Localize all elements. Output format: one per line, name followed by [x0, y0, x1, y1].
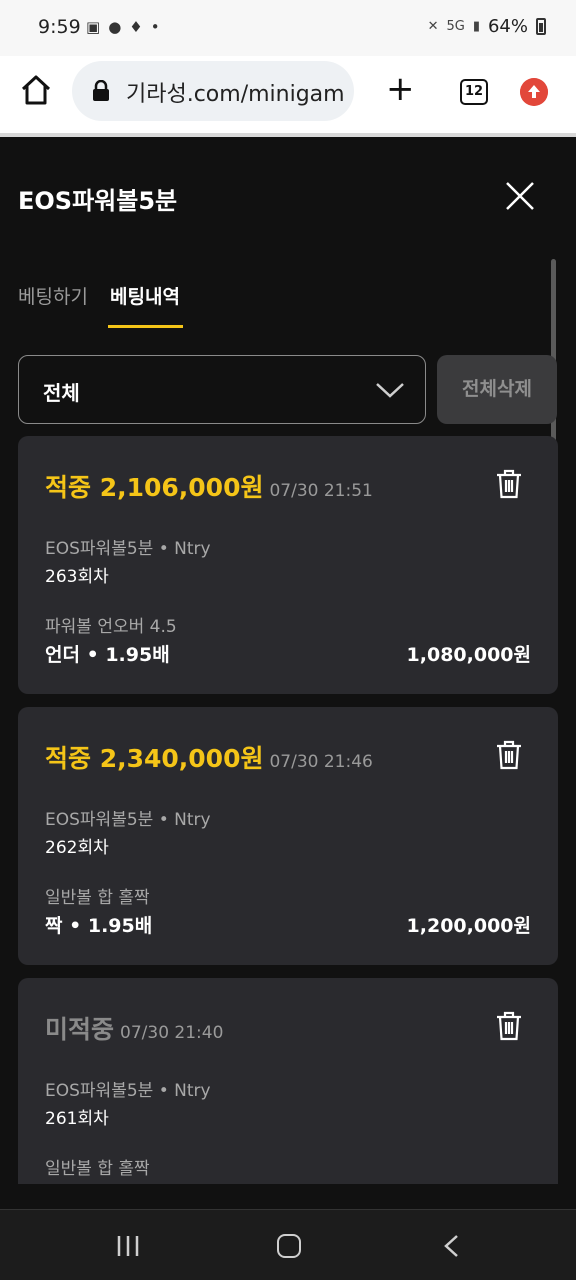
bet-game: EOS파워볼5분 • Ntry	[45, 810, 211, 830]
gallery-icon: ▣	[86, 18, 101, 36]
bet-round: 261회차	[45, 1109, 109, 1129]
bet-time: 07/30 21:40	[120, 1023, 224, 1043]
recent-apps-icon[interactable]	[116, 1234, 140, 1258]
bet-card: 적중 2,340,000원 07/30 21:46 EOS파워볼5분 • Ntry…	[18, 707, 558, 965]
chevron-down-icon	[376, 383, 404, 398]
bet-time: 07/30 21:46	[269, 752, 373, 772]
address-bar[interactable]: 기라성.com/minigam	[72, 61, 354, 121]
bet-status: 적중 2,106,000원 07/30 21:51	[45, 468, 373, 504]
signal-icon: ▮	[472, 19, 480, 34]
tab-history[interactable]: 베팅내역	[110, 282, 180, 309]
talk-icon: ●	[108, 18, 122, 36]
bet-amount: 1,200,000원	[406, 915, 531, 937]
browser-toolbar: 기라성.com/minigam + 12	[0, 56, 576, 134]
battery-label: 64%	[487, 16, 528, 37]
bet-status-text: 미적중	[45, 1015, 115, 1044]
status-bar: 9:59 ▣ ● ♦ • ✕ 5G ▮ 64%	[0, 0, 576, 56]
bet-status: 적중 2,340,000원 07/30 21:46	[45, 739, 373, 775]
bulb-icon: ♦	[129, 18, 143, 36]
bet-history-list: 적중 2,106,000원 07/30 21:51 EOS파워볼5분 • Ntry…	[18, 436, 558, 1184]
tab-betting[interactable]: 베팅하기	[18, 282, 88, 309]
active-tab-indicator	[108, 325, 183, 328]
bet-round: 262회차	[45, 838, 109, 858]
home-button-icon[interactable]	[277, 1234, 301, 1258]
back-icon[interactable]	[442, 1234, 460, 1258]
bet-pick: 언더 • 1.95배	[45, 644, 170, 666]
status-right: ✕ 5G ▮ 64%	[428, 16, 546, 37]
tab-switcher-button[interactable]: 12	[460, 79, 488, 105]
bet-game: EOS파워볼5분 • Ntry	[45, 539, 211, 559]
notification-icons: ▣ ● ♦ •	[86, 18, 160, 36]
status-time: 9:59	[38, 16, 81, 38]
bet-round: 263회차	[45, 567, 109, 587]
home-icon[interactable]	[20, 74, 52, 106]
bet-market: 일반볼 합 홀짝	[45, 888, 150, 908]
url-text: 기라성.com/minigam	[126, 82, 345, 107]
bet-amount: 1,080,000원	[406, 644, 531, 666]
dot-icon: •	[150, 18, 160, 36]
bet-status: 미적중 07/30 21:40	[45, 1010, 223, 1046]
filter-selected-value: 전체	[43, 381, 80, 405]
trash-icon[interactable]	[496, 740, 522, 770]
new-tab-icon[interactable]: +	[386, 72, 415, 106]
bet-pick: 짝 • 1.95배	[45, 915, 153, 937]
modal-title: EOS파워볼5분	[18, 187, 178, 215]
filter-select[interactable]: 전체	[18, 355, 426, 424]
lock-icon	[93, 80, 109, 101]
bet-card: 적중 2,106,000원 07/30 21:51 EOS파워볼5분 • Ntry…	[18, 436, 558, 694]
trash-icon[interactable]	[496, 1011, 522, 1041]
bet-status-text: 적중 2,106,000원	[45, 473, 264, 502]
delete-all-button[interactable]: 전체삭제	[437, 355, 557, 424]
close-icon[interactable]	[504, 180, 536, 212]
bet-market: 일반볼 합 홀짝	[45, 1159, 150, 1179]
update-icon[interactable]	[520, 78, 548, 106]
network-label: 5G	[446, 19, 465, 34]
bet-game: EOS파워볼5분 • Ntry	[45, 1081, 211, 1101]
system-nav-bar	[0, 1209, 576, 1280]
bet-market: 파워볼 언오버 4.5	[45, 617, 177, 637]
bet-time: 07/30 21:51	[269, 481, 373, 501]
bet-status-text: 적중 2,340,000원	[45, 744, 264, 773]
bet-card: 미적중 07/30 21:40 EOS파워볼5분 • Ntry 261회차 일반볼…	[18, 978, 558, 1184]
betting-modal: EOS파워볼5분 베팅하기 베팅내역 전체 전체삭제 적중 2,106,000원…	[0, 137, 576, 1209]
mute-icon: ✕	[427, 19, 439, 34]
battery-icon	[536, 18, 546, 35]
trash-icon[interactable]	[496, 469, 522, 499]
